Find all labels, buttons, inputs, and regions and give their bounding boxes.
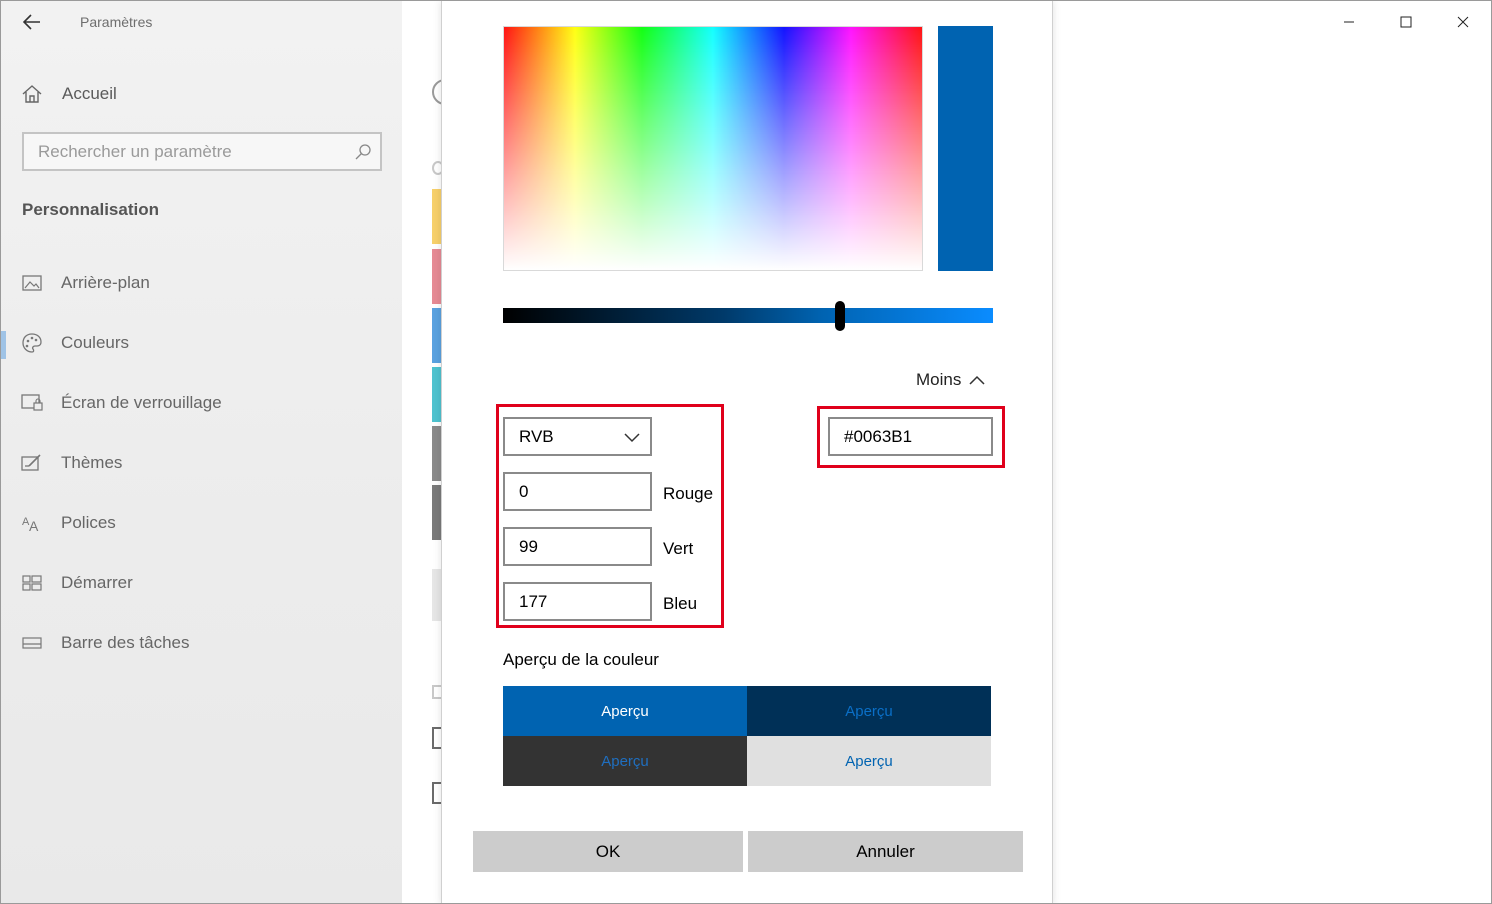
hex-field[interactable] (828, 417, 993, 456)
search-input[interactable] (24, 134, 344, 169)
home-label: Accueil (62, 84, 117, 103)
sidebar-item-barre-des-taches[interactable]: Barre des tâches (1, 621, 401, 665)
search-icon[interactable] (354, 143, 372, 161)
home-icon (22, 85, 42, 103)
sidebar-item-label: Démarrer (61, 573, 133, 592)
blue-label: Bleu (663, 594, 698, 613)
maximize-button[interactable] (1386, 7, 1426, 37)
preview-accent: Aperçu (503, 686, 747, 736)
green-input[interactable] (505, 529, 650, 564)
sidebar-item-label: Arrière-plan (61, 273, 150, 292)
svg-text:A: A (29, 518, 39, 532)
home-link[interactable]: Accueil (21, 79, 117, 109)
red-field[interactable] (503, 472, 652, 511)
sidebar-item-label: Polices (61, 513, 116, 532)
sidebar-item-demarrer[interactable]: Démarrer (1, 561, 401, 605)
minimize-button[interactable] (1329, 7, 1369, 37)
sidebar-item-couleurs[interactable]: Couleurs (1, 321, 401, 365)
preview-dark-accent: Aperçu (747, 686, 991, 736)
sidebar-item-label: Thèmes (61, 453, 123, 472)
start-icon (21, 573, 43, 593)
app-title: Paramètres (80, 14, 153, 30)
sidebar-item-label: Écran de verrouillage (61, 393, 222, 412)
green-label: Vert (663, 539, 694, 558)
picture-icon (21, 273, 43, 293)
brightness-slider-thumb[interactable] (835, 301, 845, 331)
themes-icon (21, 453, 43, 473)
green-field[interactable] (503, 527, 652, 566)
fonts-icon: AA (21, 513, 43, 533)
close-icon (1457, 16, 1469, 28)
sidebar: Paramètres Accueil Personnalisation Arri… (1, 1, 402, 903)
sidebar-item-themes[interactable]: Thèmes (1, 441, 401, 485)
back-button[interactable] (15, 7, 49, 37)
more-less-label: Moins (916, 370, 962, 389)
sidebar-item-polices[interactable]: AA Polices (1, 501, 401, 545)
cancel-button[interactable]: Annuler (748, 831, 1023, 872)
more-less-toggle[interactable]: Moins (916, 370, 985, 390)
red-label: Rouge (663, 484, 714, 503)
preview-label: Aperçu (845, 702, 893, 720)
preview-dark-theme: Aperçu (503, 736, 747, 786)
blue-field[interactable] (503, 582, 652, 621)
color-spectrum[interactable] (503, 26, 923, 271)
chevron-up-icon (969, 375, 985, 385)
color-picker-dialog: Moins RVB Rouge Vert Bleu Aperçu de la c… (441, 1, 1053, 903)
settings-window: Paramètres Accueil Personnalisation Arri… (0, 0, 1492, 904)
chevron-down-icon (624, 433, 640, 443)
search-box[interactable] (22, 132, 382, 171)
close-button[interactable] (1443, 7, 1483, 37)
preview-title: Aperçu de la couleur (503, 650, 659, 669)
color-mode-select[interactable]: RVB (503, 417, 652, 456)
brightness-slider[interactable] (503, 308, 993, 323)
section-title: Personnalisation (22, 200, 159, 219)
color-mode-value: RVB (519, 426, 554, 446)
sidebar-item-arriere-plan[interactable]: Arrière-plan (1, 261, 401, 305)
minimize-icon (1344, 21, 1354, 23)
back-arrow-icon (23, 14, 40, 30)
lock-screen-icon (21, 393, 43, 413)
preview-light-theme: Aperçu (747, 736, 991, 786)
preview-label: Aperçu (601, 752, 649, 770)
hex-input[interactable] (830, 419, 991, 454)
preview-label: Aperçu (601, 702, 649, 720)
sidebar-item-ecran-de-verrouillage[interactable]: Écran de verrouillage (1, 381, 401, 425)
current-color-swatch (938, 26, 993, 271)
sidebar-item-label: Barre des tâches (61, 633, 190, 652)
maximize-icon (1400, 16, 1412, 28)
blue-input[interactable] (505, 584, 650, 619)
sidebar-item-label: Couleurs (61, 333, 130, 352)
preview-label: Aperçu (845, 752, 893, 770)
ok-button[interactable]: OK (473, 831, 743, 872)
taskbar-icon (21, 633, 43, 653)
palette-icon (21, 333, 43, 353)
red-input[interactable] (505, 474, 650, 509)
